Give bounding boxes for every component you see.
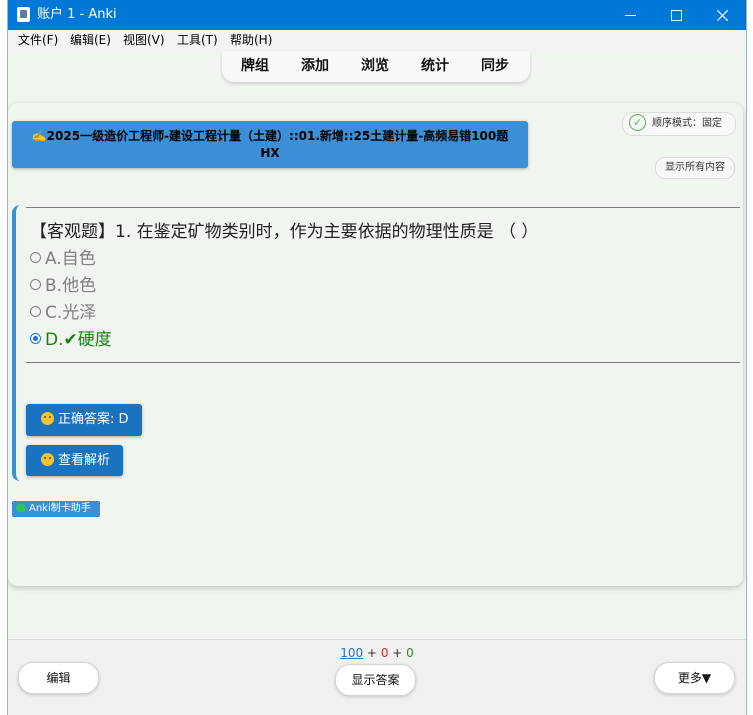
- question-text: 【客观题】1. 在鉴定矿物类别时，作为主要依据的物理性质是 （ ）: [30, 222, 539, 242]
- show-answer-button[interactable]: 显示答案: [335, 664, 416, 696]
- menu-edit[interactable]: 编辑(E): [70, 33, 111, 48]
- nav-sync[interactable]: 同步: [481, 58, 509, 75]
- menu-file[interactable]: 文件(F): [18, 33, 58, 48]
- title-bar: 账户 1 - Anki: [8, 0, 746, 30]
- learn-count: 0: [380, 646, 389, 660]
- maximize-icon: [671, 10, 682, 21]
- option-label: B.他色: [45, 276, 97, 296]
- question-area: [12, 205, 743, 481]
- correct-answer-button[interactable]: 正确答案: D: [26, 404, 142, 436]
- anki-window: 账户 1 - Anki 文件(F) 编辑(E) 视图(V) 工具(T) 帮助(H…: [8, 0, 746, 715]
- option-c[interactable]: C.光泽: [30, 303, 96, 324]
- review-area: 牌组 添加 浏览 统计 同步 ✍️2025一级造价工程师-建设工程计量（土建）:…: [8, 51, 746, 639]
- thinking-icon: [41, 453, 54, 466]
- anki-helper-badge[interactable]: Anki制卡助手: [12, 501, 100, 517]
- order-mode-toggle[interactable]: ✓ 顺序模式：固定: [622, 112, 736, 136]
- count-separator: +: [366, 646, 377, 660]
- deck-suffix: HX: [260, 146, 280, 160]
- divider-top: [26, 207, 740, 208]
- top-nav: 牌组 添加 浏览 统计 同步: [222, 51, 530, 82]
- menu-view[interactable]: 视图(V): [123, 33, 165, 48]
- wechat-icon: [16, 504, 26, 512]
- option-label: D.✔硬度: [45, 330, 112, 350]
- radio-icon: [30, 279, 41, 290]
- window-title: 账户 1 - Anki: [37, 7, 117, 22]
- deck-path: ✍️2025一级造价工程师-建设工程计量（土建）::01.新增::25土建计量-…: [31, 129, 509, 143]
- nav-stats[interactable]: 统计: [421, 58, 449, 75]
- radio-selected-icon: [30, 333, 41, 344]
- anki-app-icon: [17, 7, 30, 22]
- menu-help[interactable]: 帮助(H): [230, 33, 272, 48]
- option-label: C.光泽: [45, 303, 97, 323]
- edit-button[interactable]: 编辑: [18, 662, 99, 694]
- more-button[interactable]: 更多▼: [654, 662, 735, 694]
- background-strip-right: [746, 0, 753, 715]
- menu-tools[interactable]: 工具(T): [177, 33, 218, 48]
- menu-bar: 文件(F) 编辑(E) 视图(V) 工具(T) 帮助(H): [8, 30, 746, 51]
- review-count: 0: [406, 646, 414, 660]
- maximize-button[interactable]: [653, 0, 699, 30]
- card-counts: 100 + 0 + 0: [8, 646, 746, 661]
- divider-bottom: [26, 362, 740, 363]
- minimize-button[interactable]: [607, 0, 653, 30]
- close-icon: [717, 10, 728, 21]
- option-a[interactable]: A.自色: [30, 249, 96, 270]
- deck-path-badge: ✍️2025一级造价工程师-建设工程计量（土建）::01.新增::25土建计量-…: [12, 121, 528, 168]
- view-analysis-label: 查看解析: [58, 453, 111, 468]
- nav-add[interactable]: 添加: [301, 58, 329, 75]
- show-all-button[interactable]: 显示所有内容: [655, 157, 735, 179]
- smile-icon: [41, 412, 54, 425]
- option-d[interactable]: D.✔硬度: [30, 330, 112, 351]
- count-separator: +: [392, 646, 403, 660]
- option-label: A.自色: [45, 249, 96, 269]
- new-count[interactable]: 100: [340, 646, 363, 660]
- close-button[interactable]: [699, 0, 745, 30]
- view-analysis-button[interactable]: 查看解析: [26, 445, 123, 476]
- correct-answer-label: 正确答案: D: [58, 412, 129, 427]
- nav-browse[interactable]: 浏览: [361, 58, 389, 75]
- minimize-icon: [625, 15, 636, 16]
- radio-icon: [30, 306, 41, 317]
- check-circle-icon: ✓: [629, 114, 646, 131]
- option-b[interactable]: B.他色: [30, 276, 96, 297]
- helper-label: Anki制卡助手: [29, 503, 91, 514]
- order-mode-label: 顺序模式：固定: [652, 118, 722, 129]
- background-strip-left: [0, 0, 8, 715]
- bottom-bar: 100 + 0 + 0 编辑 显示答案 更多▼: [8, 639, 746, 715]
- nav-decks[interactable]: 牌组: [241, 58, 269, 75]
- radio-icon: [30, 252, 41, 263]
